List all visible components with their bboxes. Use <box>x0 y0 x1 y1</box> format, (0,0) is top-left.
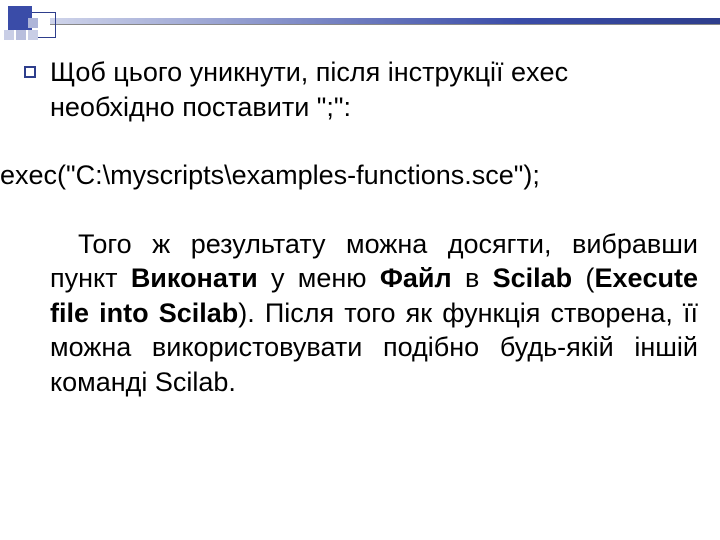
square-bullet-icon <box>24 66 36 78</box>
p2-bold-2: Файл <box>380 263 452 293</box>
corner-squares-icon <box>4 6 56 40</box>
p2-bold-3: Scilab <box>493 263 573 293</box>
top-thin-rule <box>50 24 720 25</box>
p2-text-b: у меню <box>258 263 380 293</box>
p2-text-c: в <box>452 263 493 293</box>
slide: Щоб цього уникнути, після інструкції exe… <box>0 0 720 540</box>
paragraph-1: Щоб цього уникнути, після інструкції exe… <box>50 55 698 124</box>
slide-content: Щоб цього уникнути, після інструкції exe… <box>50 55 698 399</box>
paragraph-2: Того ж результату можна досягти, вибравш… <box>50 227 698 400</box>
code-line: exec("C:\myscripts\examples-functions.sc… <box>0 158 698 193</box>
p2-text-d: ( <box>572 263 594 293</box>
p2-bold-1: Виконати <box>131 263 258 293</box>
bullet-row: Щоб цього уникнути, після інструкції exe… <box>50 55 698 399</box>
